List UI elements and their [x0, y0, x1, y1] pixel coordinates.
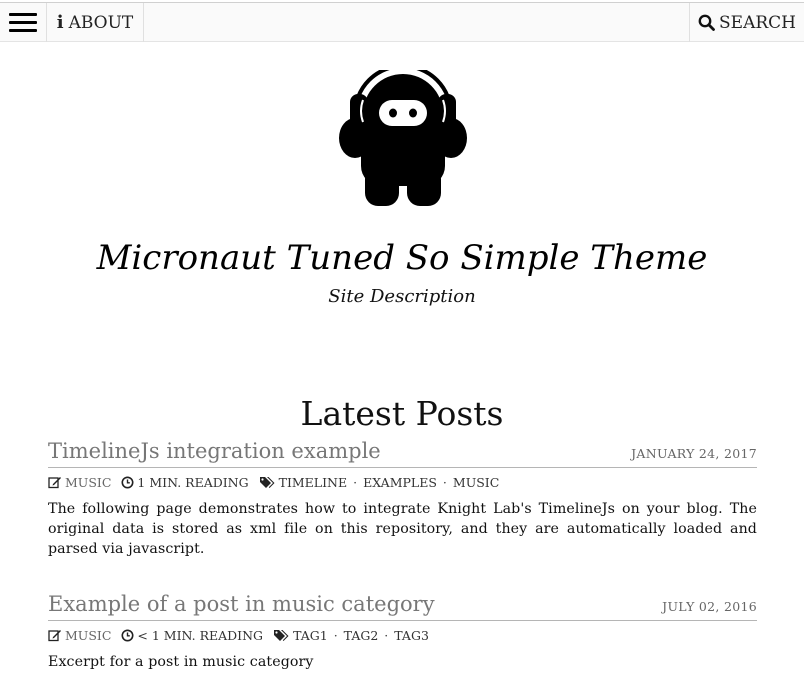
search-label: SEARCH [719, 12, 796, 33]
site-title[interactable]: Micronaut Tuned So Simple Theme [0, 238, 804, 278]
post-header: Example of a post in music category JULY… [48, 592, 757, 621]
tag-link[interactable]: TAG2 [344, 628, 379, 643]
reading-time: 1 MIN. READING [137, 474, 249, 490]
post-excerpt: The following page demonstrates how to i… [48, 501, 757, 557]
clock-icon [121, 476, 134, 488]
site-description: Site Description [328, 286, 476, 307]
post-title-link[interactable]: Example of a post in music category [48, 592, 435, 616]
ninja-headphones-logo[interactable] [337, 70, 469, 206]
post-item: TimelineJs integration example JANUARY 2… [48, 439, 757, 559]
tags-icon [274, 629, 289, 641]
post-item: Example of a post in music category JULY… [48, 592, 757, 672]
tag-link[interactable]: TAG1 [293, 628, 328, 643]
about-link[interactable]: i ABOUT [47, 3, 144, 42]
tags-icon [259, 476, 275, 488]
latest-posts-heading: Latest Posts [300, 394, 504, 433]
post-header: TimelineJs integration example JANUARY 2… [48, 439, 757, 468]
search-icon [698, 14, 715, 31]
menu-button[interactable] [0, 3, 47, 42]
search-button[interactable]: SEARCH [689, 3, 804, 42]
hamburger-icon-bar [9, 21, 37, 24]
tag-link[interactable]: TAG3 [394, 628, 429, 643]
post-title-link[interactable]: TimelineJs integration example [48, 439, 381, 463]
tag-link[interactable]: MUSIC [453, 475, 499, 490]
category-link[interactable]: MUSIC [65, 475, 111, 490]
top-navbar: i ABOUT SEARCH [0, 2, 804, 42]
post-meta: MUSIC 1 MIN. READING TIMELINE · EXAMPLES… [48, 473, 757, 491]
post-excerpt: Excerpt for a post in music category [48, 654, 314, 670]
info-icon: i [56, 12, 64, 33]
tag-link[interactable]: TIMELINE [279, 475, 348, 490]
post-date: JULY 02, 2016 [662, 599, 757, 614]
clock-icon [121, 629, 134, 641]
tag-link[interactable]: EXAMPLES [363, 475, 437, 490]
post-date: JANUARY 24, 2017 [631, 446, 757, 461]
hamburger-icon [9, 13, 37, 16]
hamburger-icon-bar [9, 29, 37, 32]
post-meta: MUSIC < 1 MIN. READING TAG1 · TAG2 · TAG… [48, 626, 757, 644]
about-label: ABOUT [68, 12, 134, 33]
edit-icon [48, 476, 61, 488]
reading-time: < 1 MIN. READING [137, 627, 264, 643]
edit-icon [48, 629, 61, 641]
category-link[interactable]: MUSIC [65, 628, 111, 643]
